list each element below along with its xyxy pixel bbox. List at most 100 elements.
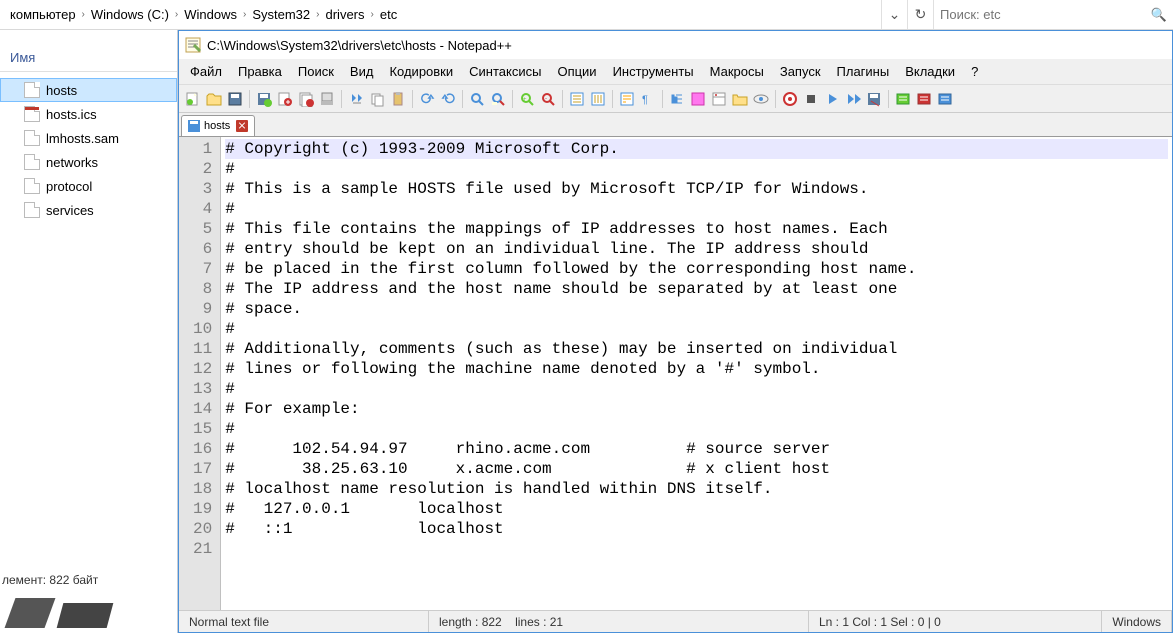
- monitoring-button[interactable]: [751, 89, 771, 109]
- bc-segment[interactable]: drivers: [322, 0, 369, 29]
- file-tab-hosts[interactable]: hosts: [181, 115, 255, 136]
- close-all-button[interactable]: [296, 89, 316, 109]
- spreadsheet-button[interactable]: [893, 89, 913, 109]
- close-button[interactable]: [275, 89, 295, 109]
- dropdown-button[interactable]: ⌄: [881, 0, 907, 29]
- file-label: networks: [46, 155, 98, 170]
- bc-segment[interactable]: Windows: [180, 0, 241, 29]
- file-list: hosts hosts.ics lmhosts.sam networks protoco…: [0, 78, 177, 567]
- record-macro-button[interactable]: [780, 89, 800, 109]
- toolbar: + - ¶: [179, 85, 1172, 113]
- chevron-right-icon: ›: [173, 9, 180, 20]
- show-symbols-button[interactable]: ¶: [638, 89, 658, 109]
- bc-segment[interactable]: etc: [376, 0, 401, 29]
- status-length: length : 822: [439, 615, 502, 629]
- play-multi-button[interactable]: [843, 89, 863, 109]
- compare-button[interactable]: [914, 89, 934, 109]
- cut-button[interactable]: [346, 89, 366, 109]
- menu-Плагины[interactable]: Плагины: [830, 61, 897, 82]
- udl-button[interactable]: [688, 89, 708, 109]
- plugin-button[interactable]: [935, 89, 955, 109]
- chevron-right-icon: ›: [241, 9, 248, 20]
- new-file-button[interactable]: [183, 89, 203, 109]
- tab-bar: hosts: [179, 113, 1172, 137]
- file-icon: [24, 202, 40, 218]
- file-item-lmhosts-sam[interactable]: lmhosts.sam: [0, 126, 177, 150]
- desktop-thumbnail: [0, 593, 177, 633]
- address-bar: компьютер› Windows (C:)› Windows› System…: [0, 0, 1173, 30]
- menu-Вкладки[interactable]: Вкладки: [898, 61, 962, 82]
- save-all-button[interactable]: [254, 89, 274, 109]
- stop-macro-button[interactable]: [801, 89, 821, 109]
- file-icon: [24, 82, 40, 98]
- window-title-bar[interactable]: C:\Windows\System32\drivers\etc\hosts - …: [179, 31, 1172, 59]
- play-macro-button[interactable]: [822, 89, 842, 109]
- undo-button[interactable]: [417, 89, 437, 109]
- doc-map-button[interactable]: [709, 89, 729, 109]
- wordwrap-button[interactable]: [617, 89, 637, 109]
- close-tab-icon[interactable]: [236, 120, 248, 132]
- menu-Файл[interactable]: Файл: [183, 61, 229, 82]
- status-bar: Normal text file length : 822 lines : 21…: [179, 610, 1172, 632]
- file-item-networks[interactable]: networks: [0, 150, 177, 174]
- indent-guide-button[interactable]: [667, 89, 687, 109]
- refresh-button[interactable]: ↻: [907, 0, 933, 29]
- print-button[interactable]: [317, 89, 337, 109]
- editor-area[interactable]: 123456789101112131415161718192021 # Copy…: [179, 137, 1172, 610]
- copy-button[interactable]: [367, 89, 387, 109]
- menu-Опции[interactable]: Опции: [550, 61, 603, 82]
- explorer-status: лемент: 822 байт: [0, 567, 177, 593]
- file-label: protocol: [46, 179, 92, 194]
- bc-segment[interactable]: Windows (C:): [87, 0, 173, 29]
- file-icon: [24, 106, 40, 122]
- folder-asnew-button[interactable]: [730, 89, 750, 109]
- sync-h-button[interactable]: [588, 89, 608, 109]
- svg-text:¶: ¶: [642, 94, 648, 106]
- zoom-out-button[interactable]: -: [538, 89, 558, 109]
- column-header-name[interactable]: Имя: [10, 50, 35, 65]
- status-lines: lines : 21: [515, 615, 563, 629]
- file-item-hosts-ics[interactable]: hosts.ics: [0, 102, 177, 126]
- window-title: C:\Windows\System32\drivers\etc\hosts - …: [207, 38, 512, 53]
- file-label: hosts: [46, 83, 77, 98]
- file-icon: [24, 130, 40, 146]
- bc-segment[interactable]: компьютер: [6, 0, 80, 29]
- file-item-protocol[interactable]: protocol: [0, 174, 177, 198]
- file-label: lmhosts.sam: [46, 131, 119, 146]
- redo-button[interactable]: [438, 89, 458, 109]
- zoom-in-button[interactable]: +: [517, 89, 537, 109]
- find-button[interactable]: [467, 89, 487, 109]
- search-input[interactable]: [940, 7, 1151, 22]
- menu-Запуск[interactable]: Запуск: [773, 61, 828, 82]
- search-icon: 🔍: [1151, 7, 1167, 23]
- file-item-services[interactable]: services: [0, 198, 177, 222]
- save-macro-button[interactable]: [864, 89, 884, 109]
- open-file-button[interactable]: [204, 89, 224, 109]
- bc-segment[interactable]: System32: [248, 0, 314, 29]
- menu-Макросы[interactable]: Макросы: [703, 61, 771, 82]
- breadcrumb-path[interactable]: компьютер› Windows (C:)› Windows› System…: [0, 0, 881, 29]
- menu-Вид[interactable]: Вид: [343, 61, 381, 82]
- search-box[interactable]: 🔍: [933, 0, 1173, 29]
- menu-Кодировки[interactable]: Кодировки: [382, 61, 460, 82]
- status-encoding: Windows: [1102, 611, 1172, 632]
- tab-label: hosts: [204, 120, 230, 132]
- menu-bar: ФайлПравкаПоискВидКодировкиСинтаксисыОпц…: [179, 59, 1172, 85]
- file-item-hosts[interactable]: hosts: [0, 78, 177, 102]
- menu-Правка[interactable]: Правка: [231, 61, 289, 82]
- notepadpp-window: C:\Windows\System32\drivers\etc\hosts - …: [178, 30, 1173, 633]
- paste-button[interactable]: [388, 89, 408, 109]
- file-icon: [24, 154, 40, 170]
- line-gutter: 123456789101112131415161718192021: [179, 137, 221, 610]
- replace-button[interactable]: [488, 89, 508, 109]
- menu-Синтаксисы[interactable]: Синтаксисы: [462, 61, 548, 82]
- explorer-pane: Имя hosts hosts.ics lmhosts.sam networks pro…: [0, 30, 178, 633]
- menu-?[interactable]: ?: [964, 61, 985, 82]
- status-filetype: Normal text file: [179, 611, 429, 632]
- code-area[interactable]: # Copyright (c) 1993-2009 Microsoft Corp…: [221, 137, 1172, 610]
- menu-Инструменты[interactable]: Инструменты: [606, 61, 701, 82]
- menu-Поиск[interactable]: Поиск: [291, 61, 341, 82]
- save-button[interactable]: [225, 89, 245, 109]
- sync-v-button[interactable]: [567, 89, 587, 109]
- svg-text:+: +: [523, 97, 527, 103]
